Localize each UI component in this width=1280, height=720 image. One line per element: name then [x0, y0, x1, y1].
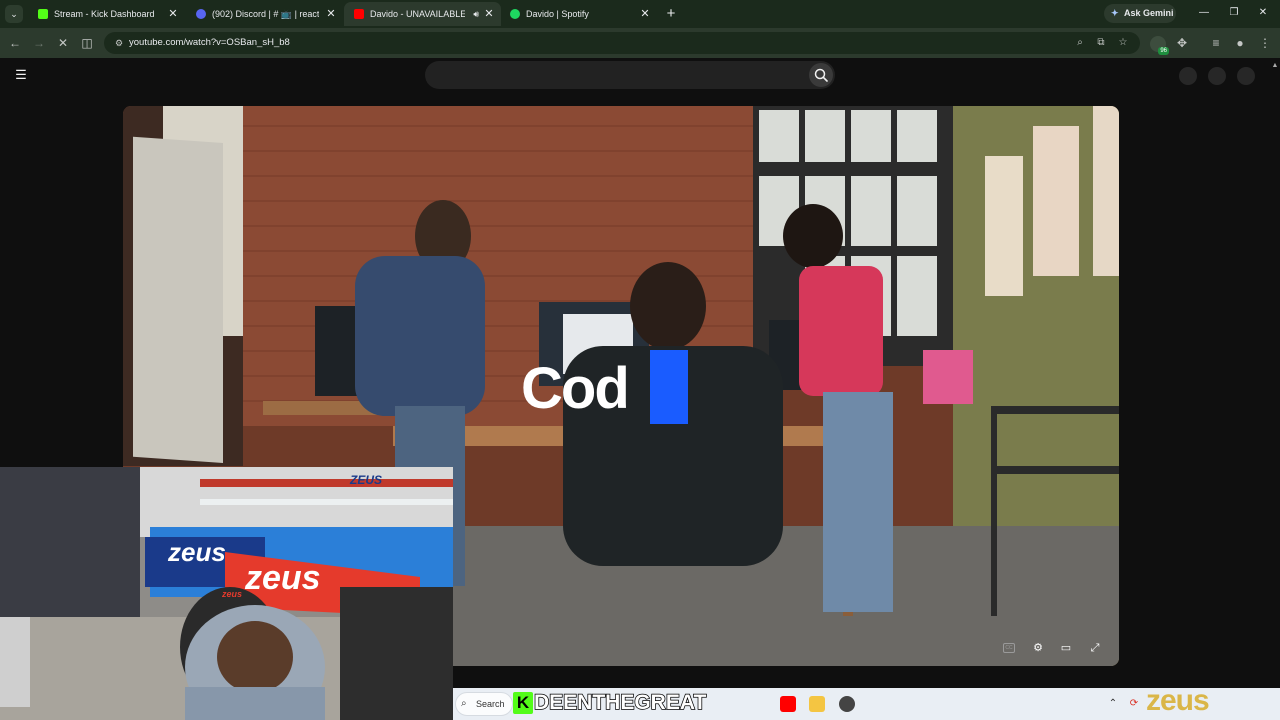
extensions-puzzle-icon[interactable]: ✥ — [1174, 34, 1190, 52]
restore-icon[interactable]: ❐ — [1227, 5, 1241, 21]
search-icon: ⌕ — [461, 698, 467, 709]
zeus-banner-logo: zeus — [168, 537, 226, 567]
address-bar[interactable]: ⚙ youtube.com/watch?v=OSBan_sH_b8 ⌕ ⧉ ☆ — [104, 32, 1140, 54]
video-overlay-text: Cod — [521, 356, 630, 421]
typing-cursor-block — [650, 350, 688, 424]
search-input[interactable] — [441, 61, 801, 89]
streamer-name-overlay: K DEENTHEGREAT — [513, 690, 707, 716]
taskbar-search[interactable]: ⌕ Search — [455, 692, 513, 716]
subtitles-cc-icon[interactable]: CC — [1003, 643, 1015, 653]
app-icon[interactable] — [839, 696, 855, 712]
browser-toolbar: ← → ✕ ◫ ⚙ youtube.com/watch?v=OSBan_sH_b… — [0, 28, 1280, 58]
scrollbar-up-arrow-icon[interactable]: ▲ — [1270, 61, 1280, 71]
windows-taskbar: ⌕ Search K DEENTHEGREAT ⌃ ⟳ zeus — [453, 684, 1280, 720]
notifications-icon[interactable] — [1208, 67, 1226, 85]
close-icon[interactable]: ✕ — [639, 2, 651, 26]
streamer-webcam: zeus zeus ZEUS zeus — [0, 467, 453, 720]
youtube-search-bar[interactable] — [425, 61, 835, 89]
tab-title: Davido - UNAVAILABLE (Offic — [370, 9, 465, 19]
taskbar-search-label: Search — [476, 699, 505, 709]
site-info-icon[interactable]: ⚙ — [112, 35, 126, 51]
chair-logo: zeus — [222, 589, 243, 599]
spotify-icon — [510, 9, 520, 19]
kick-icon — [38, 9, 48, 19]
youtube-app-icon[interactable] — [780, 696, 796, 712]
side-panel-icon[interactable]: ◫ — [79, 34, 95, 52]
reading-list-icon[interactable]: ≡ — [1208, 34, 1224, 52]
menu-kebab-icon[interactable]: ⋮ — [1257, 34, 1273, 52]
tab-spotify[interactable]: Davido | Spotify ✕ — [500, 2, 657, 26]
zoom-icon[interactable]: ⌕ — [1073, 35, 1087, 51]
tab-kick-dashboard[interactable]: Stream - Kick Dashboard ✕ — [28, 2, 185, 26]
ask-gemini-label: Ask Gemini — [1124, 8, 1174, 18]
youtube-icon — [354, 9, 364, 19]
new-tab-button[interactable]: + — [664, 4, 678, 24]
tray-overflow-icon[interactable]: ⌃ — [1106, 696, 1120, 712]
gemini-sparkle-icon: ✦ — [1111, 8, 1119, 18]
tab-strip: ⌄ Stream - Kick Dashboard ✕ (902) Discor… — [0, 0, 1280, 28]
tab-title: Davido | Spotify — [526, 9, 589, 19]
profile-avatar-icon[interactable]: ● — [1232, 34, 1248, 52]
settings-gear-icon[interactable]: ⚙ — [1028, 638, 1048, 658]
zeus-ring-logo: ZEUS — [350, 473, 383, 487]
tab-title: Stream - Kick Dashboard — [54, 9, 155, 19]
kick-badge-icon: K — [513, 692, 533, 714]
zeus-banner-logo: zeus — [245, 559, 321, 597]
zeus-corner-logo: zeus — [1146, 684, 1210, 717]
bookmark-star-icon[interactable]: ☆ — [1116, 35, 1130, 51]
discord-icon — [196, 9, 206, 19]
close-icon[interactable]: ✕ — [325, 2, 337, 26]
tab-title: (902) Discord | # 📺 | reactions — [212, 9, 319, 19]
search-icon — [814, 68, 828, 82]
create-icon[interactable] — [1179, 67, 1197, 85]
tab-search-icon[interactable]: ⌄ — [5, 5, 23, 23]
speaker-icon[interactable]: 🔊︎ — [473, 2, 479, 26]
extension-icon[interactable]: 96 — [1150, 36, 1169, 55]
search-button[interactable] — [809, 63, 833, 87]
account-avatar[interactable] — [1237, 67, 1255, 85]
theater-mode-icon[interactable]: ▭ — [1056, 638, 1076, 658]
install-app-icon[interactable]: ⧉ — [1094, 35, 1108, 51]
tab-youtube-davido[interactable]: Davido - UNAVAILABLE (Offic 🔊︎ ✕ — [344, 2, 501, 26]
extension-badge: 96 — [1158, 47, 1169, 55]
close-window-icon[interactable]: ✕ — [1256, 5, 1270, 21]
file-explorer-icon[interactable] — [809, 696, 825, 712]
streamer-name: DEENTHEGREAT — [533, 690, 707, 715]
stop-loading-icon[interactable]: ✕ — [55, 34, 71, 52]
url-text[interactable]: youtube.com/watch?v=OSBan_sH_b8 — [129, 32, 290, 54]
fullscreen-icon[interactable]: ⤢ — [1085, 638, 1105, 658]
minimize-icon[interactable]: — — [1197, 5, 1211, 21]
forward-icon[interactable]: → — [31, 34, 47, 52]
close-icon[interactable]: ✕ — [167, 2, 179, 26]
close-icon[interactable]: ✕ — [483, 2, 495, 26]
back-icon[interactable]: ← — [7, 34, 23, 52]
ask-gemini-button[interactable]: ✦ Ask Gemini — [1104, 4, 1176, 23]
tray-sync-icon[interactable]: ⟳ — [1127, 696, 1141, 712]
tab-discord[interactable]: (902) Discord | # 📺 | reactions ✕ — [186, 2, 343, 26]
hamburger-menu-icon[interactable]: ☰ — [14, 67, 28, 83]
